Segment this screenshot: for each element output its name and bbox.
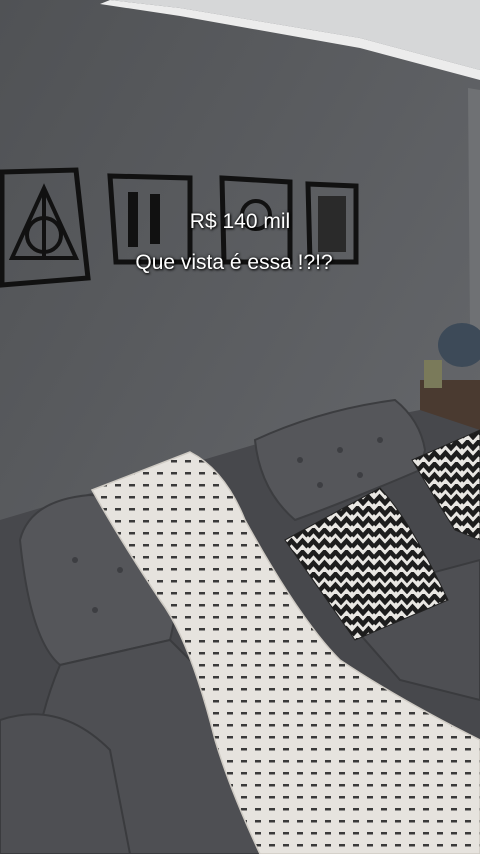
price-caption: R$ 140 mil: [189, 210, 291, 233]
video-frame: R$ 140 mil Que vista é essa !?!?: [0, 0, 480, 854]
room-scene: [0, 0, 480, 854]
question-caption: Que vista é essa !?!?: [135, 251, 333, 274]
